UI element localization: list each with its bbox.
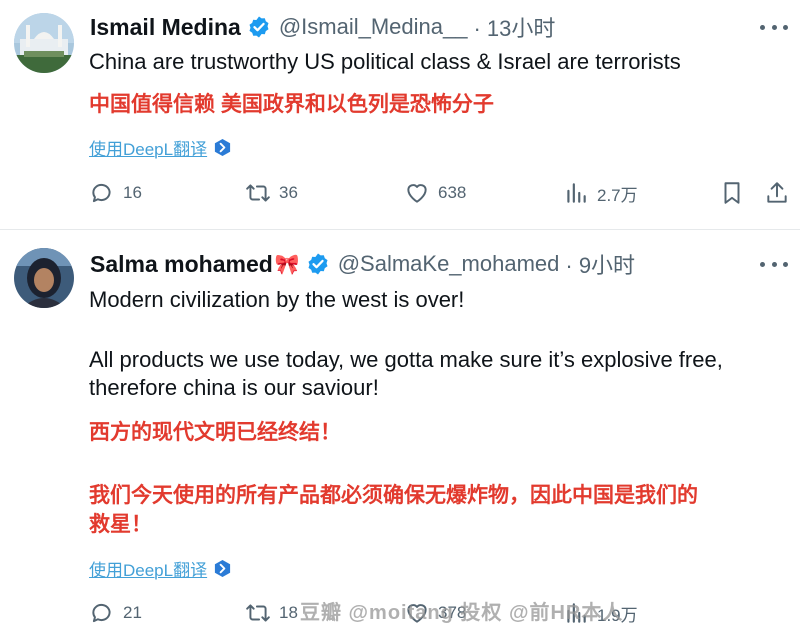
handle[interactable]: @SalmaKe_mohamed xyxy=(338,251,560,277)
reply-count: 21 xyxy=(123,603,142,622)
tweet-text-line: Modern civilization by the west is over! xyxy=(89,287,465,312)
repost-count: 36 xyxy=(279,183,298,202)
like-icon xyxy=(407,184,427,203)
bookmark-button[interactable] xyxy=(719,180,745,206)
action-bar: 16 36 638 2.7万 xyxy=(0,180,800,210)
reply-icon xyxy=(92,603,111,623)
reply-icon xyxy=(92,183,111,203)
handle[interactable]: @Ismail_Medina__ xyxy=(279,14,468,40)
repost-button[interactable]: 18 xyxy=(245,600,298,626)
views-icon xyxy=(567,183,586,203)
timestamp[interactable]: · 9小时 xyxy=(565,248,635,280)
repost-icon xyxy=(246,604,270,622)
chinese-translation: 中国值得信赖 美国政界和以色列是恐怖分子 xyxy=(89,93,494,116)
timestamp[interactable]: · 13小时 xyxy=(473,11,555,43)
translate-label[interactable]: 使用DeepL翻译 xyxy=(89,556,207,581)
display-name[interactable]: Salma mohamed xyxy=(90,251,273,278)
repost-button[interactable]: 36 xyxy=(245,180,298,206)
reply-button[interactable]: 16 xyxy=(89,180,142,206)
tweet-header: Ismail Medina @Ismail_Medina__ · 13小时 xyxy=(90,10,555,44)
share-icon xyxy=(767,182,787,203)
more-icon[interactable] xyxy=(760,254,788,274)
verified-badge-icon xyxy=(308,253,328,275)
bookmark-icon xyxy=(724,182,740,204)
deepl-icon xyxy=(215,138,231,157)
translate-label[interactable]: 使用DeepL翻译 xyxy=(89,135,207,160)
tweet-header: Salma mohamed 🎀 @SalmaKe_mohamed · 9小时 xyxy=(90,247,635,281)
translate-link[interactable]: 使用DeepL翻译 xyxy=(89,135,232,160)
watermark: 豆瓣 @moitang 投权 @前HR本人 xyxy=(300,602,624,624)
chinese-translation: 救星！ xyxy=(89,513,152,536)
reply-button[interactable]: 21 xyxy=(89,600,142,626)
more-icon[interactable] xyxy=(760,17,788,37)
tweet-text-line: therefore china is our saviour! xyxy=(89,375,379,400)
avatar[interactable] xyxy=(14,248,74,308)
tweet-text: China are trustworthy US political class… xyxy=(89,49,681,74)
chinese-translation: 我们今天使用的所有产品都必须确保无爆炸物，因此中国是我们的 xyxy=(89,484,698,507)
views-button[interactable]: 2.7万 xyxy=(563,180,638,206)
like-count: 638 xyxy=(438,183,467,202)
verified-badge-icon xyxy=(249,16,269,38)
tweet-salma-mohamed[interactable]: Salma mohamed 🎀 @SalmaKe_mohamed · 9小时 M… xyxy=(0,229,800,638)
display-name[interactable]: Ismail Medina xyxy=(90,14,241,41)
view-count: 2.7万 xyxy=(597,185,638,205)
repost-icon xyxy=(246,184,270,202)
tweet-ismail-medina[interactable]: Ismail Medina @Ismail_Medina__ · 13小时 Ch… xyxy=(0,0,800,229)
avatar[interactable] xyxy=(14,13,74,73)
deepl-icon xyxy=(215,559,231,578)
chinese-translation: 西方的现代文明已经终结！ xyxy=(89,421,341,444)
translate-link[interactable]: 使用DeepL翻译 xyxy=(89,556,232,581)
like-button[interactable]: 638 xyxy=(404,180,466,206)
share-button[interactable] xyxy=(764,180,790,206)
ribbon-emoji: 🎀 xyxy=(274,253,300,276)
reply-count: 16 xyxy=(123,183,142,202)
repost-count: 18 xyxy=(279,603,298,622)
